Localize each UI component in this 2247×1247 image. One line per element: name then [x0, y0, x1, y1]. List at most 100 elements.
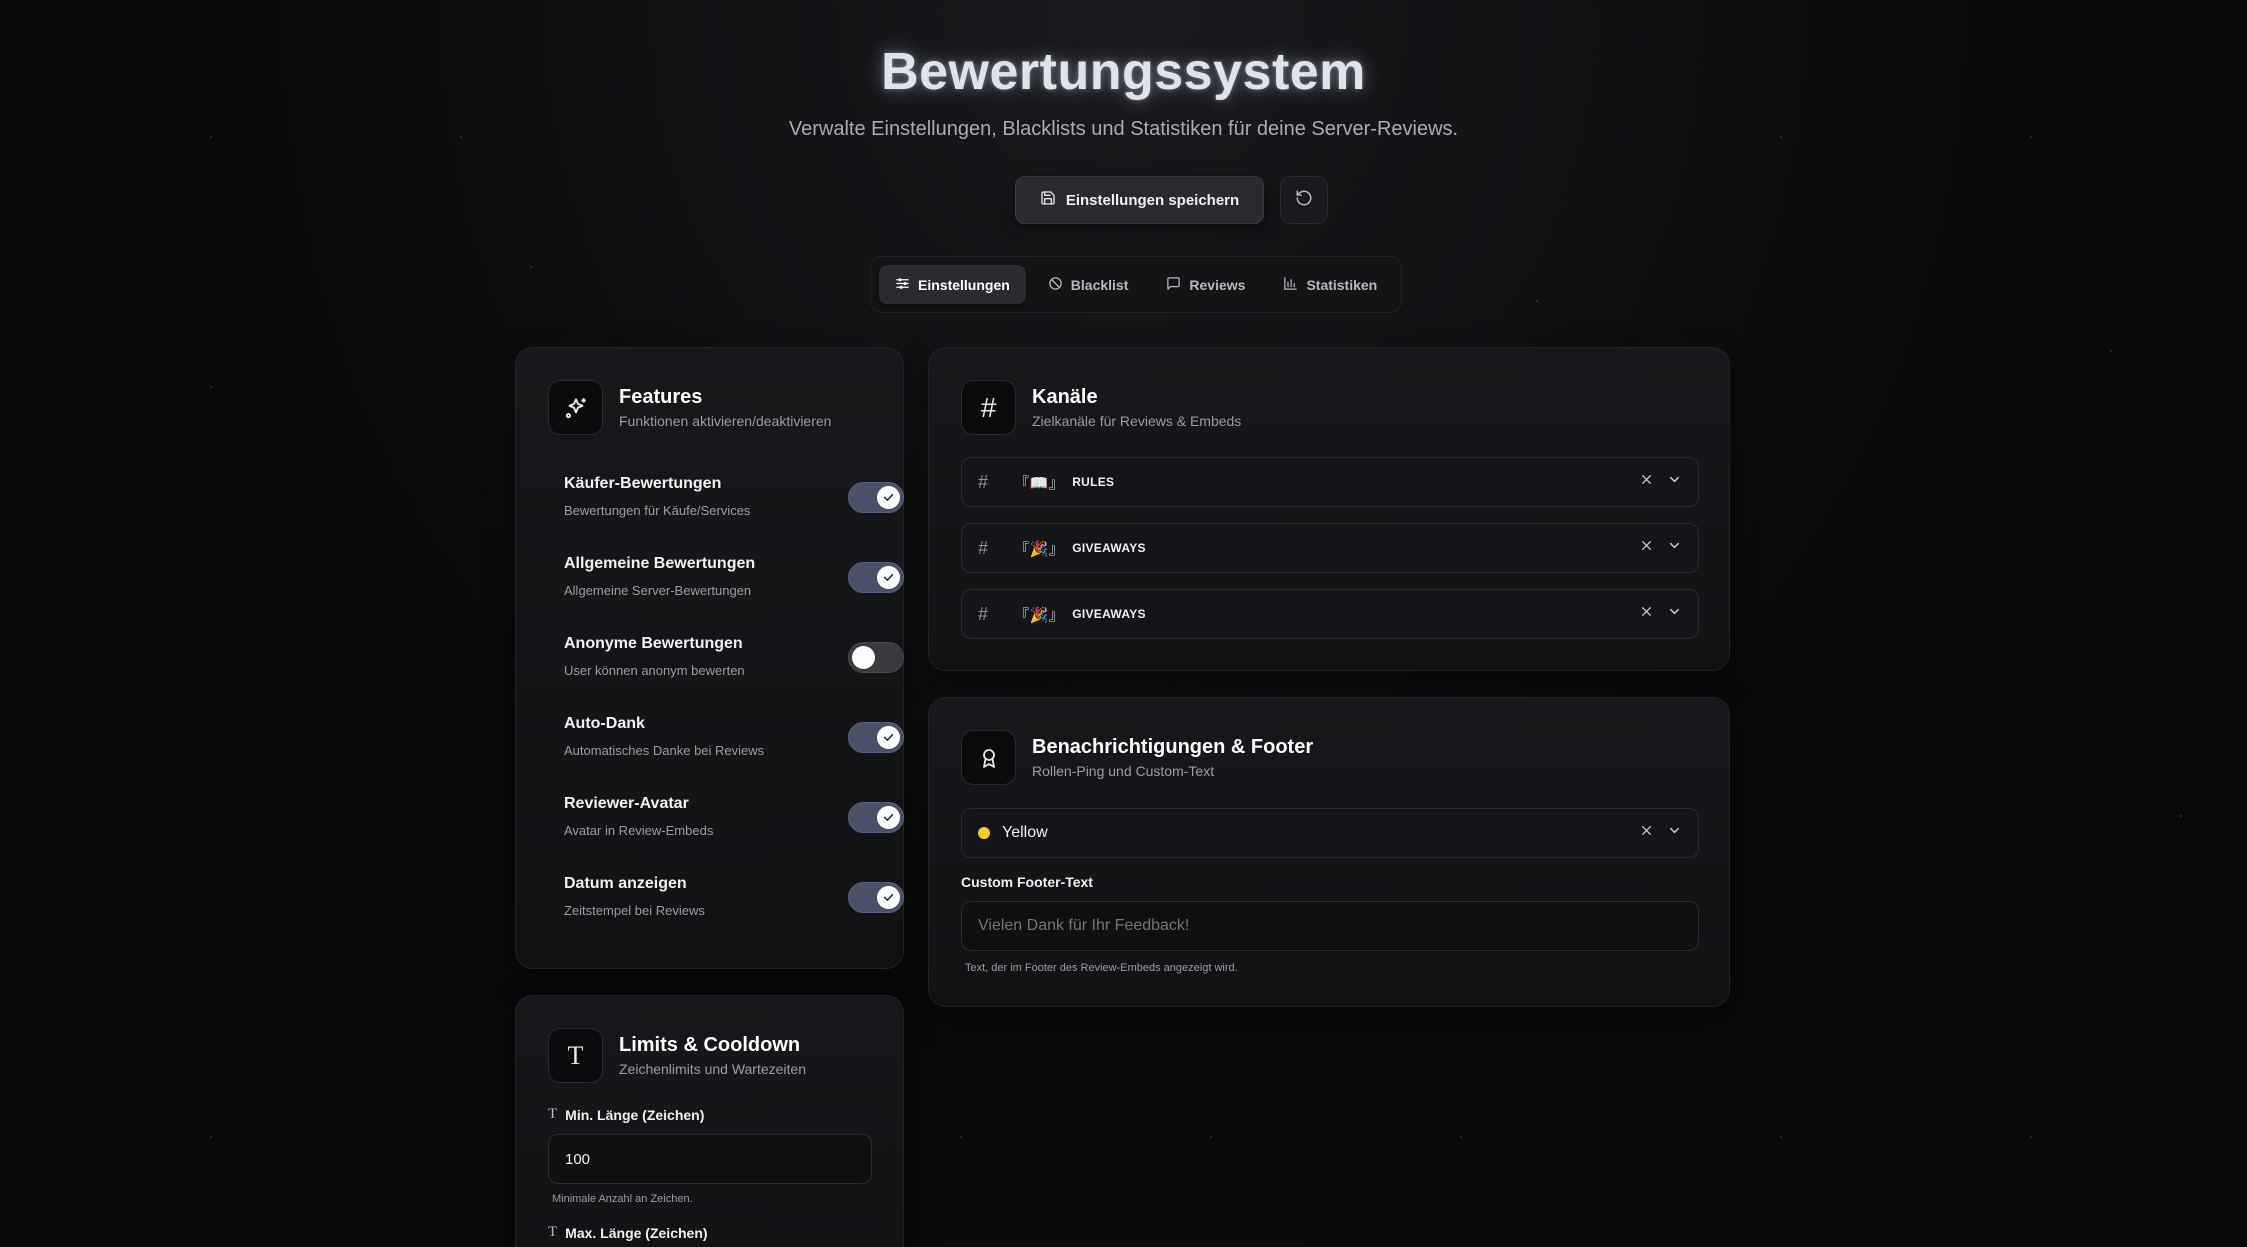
type-icon: T	[548, 1224, 558, 1240]
chevron-down-icon[interactable]	[1667, 472, 1682, 492]
check-icon	[877, 886, 900, 909]
chevron-down-icon[interactable]	[1667, 538, 1682, 558]
check-icon	[877, 726, 900, 749]
check-icon	[877, 486, 900, 509]
header-actions: Einstellungen speichern	[0, 176, 2247, 224]
channels-card: # Kanäle Zielkanäle für Reviews & Embeds…	[928, 347, 1730, 671]
type-icon: T	[548, 1106, 558, 1122]
clear-icon[interactable]	[1640, 473, 1653, 491]
channel-select[interactable]: # 『🎉』 GIVEAWAYS	[961, 523, 1699, 573]
toggle-allgemeine-bewertungen[interactable]	[848, 562, 904, 593]
min-length-label-row: T Min. Länge (Zeichen)	[548, 1106, 704, 1123]
feature-auto-dank: Auto-Dank Automatisches Danke bei Review…	[564, 715, 904, 758]
feature-desc: Zeitstempel bei Reviews	[564, 903, 705, 918]
clear-icon[interactable]	[1640, 539, 1653, 557]
hash-icon: #	[978, 603, 989, 624]
channels-subtitle: Zielkanäle für Reviews & Embeds	[1032, 413, 1242, 429]
max-length-label-row: T Max. Länge (Zeichen)	[548, 1224, 708, 1241]
feature-title: Anonyme Bewertungen	[564, 635, 743, 652]
type-icon: T	[548, 1028, 603, 1083]
notifications-card: Benachrichtigungen & Footer Rollen-Ping …	[928, 697, 1730, 1007]
clear-icon[interactable]	[1640, 824, 1653, 842]
limits-title: Limits & Cooldown	[619, 1034, 801, 1056]
channel-select[interactable]: # 『📖』 RULES	[961, 457, 1699, 507]
role-color-dot	[978, 827, 990, 839]
tab-einstellungen[interactable]: Einstellungen	[879, 265, 1026, 304]
channel-name: GIVEAWAYS	[1072, 541, 1146, 555]
min-length-input[interactable]: 100	[548, 1134, 872, 1184]
feature-allgemeine-bewertungen: Allgemeine Bewertungen Allgemeine Server…	[564, 555, 904, 598]
tab-label: Reviews	[1189, 276, 1246, 293]
features-subtitle: Funktionen aktivieren/deaktivieren	[619, 413, 832, 429]
toggle-reviewer-avatar[interactable]	[848, 802, 904, 833]
feature-title: Reviewer-Avatar	[564, 795, 689, 812]
features-title: Features	[619, 386, 703, 408]
channel-emoji: 『🎉』	[1014, 606, 1065, 624]
footer-text-label: Custom Footer-Text	[961, 874, 1093, 890]
min-length-label: Min. Länge (Zeichen)	[565, 1106, 705, 1123]
feature-datum-anzeigen: Datum anzeigen Zeitstempel bei Reviews	[564, 875, 904, 918]
feature-desc: Avatar in Review-Embeds	[564, 823, 714, 838]
tab-label: Einstellungen	[918, 276, 1010, 293]
page-subtitle: Verwalte Einstellungen, Blacklists und S…	[788, 118, 1459, 140]
feature-desc: User können anonym bewerten	[564, 663, 745, 678]
max-length-label: Max. Länge (Zeichen)	[565, 1224, 708, 1241]
reset-button[interactable]	[1280, 176, 1329, 224]
tab-reviews[interactable]: Reviews	[1150, 265, 1261, 304]
feature-reviewer-avatar: Reviewer-Avatar Avatar in Review-Embeds	[564, 795, 904, 838]
feature-kaeufer-bewertungen: Käufer-Bewertungen Bewertungen für Käufe…	[564, 475, 904, 518]
channel-select[interactable]: # 『🎉』 GIVEAWAYS	[961, 589, 1699, 639]
check-icon	[877, 566, 900, 589]
notifications-title: Benachrichtigungen & Footer	[1032, 736, 1314, 758]
tab-statistiken[interactable]: Statistiken	[1267, 265, 1393, 304]
bar-chart-icon	[1283, 276, 1298, 294]
min-length-hint: Minimale Anzahl an Zeichen.	[552, 1193, 693, 1205]
save-settings-button[interactable]: Einstellungen speichern	[1014, 176, 1265, 224]
tab-blacklist[interactable]: Blacklist	[1032, 265, 1145, 304]
limits-subtitle: Zeichenlimits und Wartezeiten	[619, 1061, 807, 1077]
toggle-anonyme-bewertungen[interactable]	[848, 642, 904, 673]
sparkles-icon	[548, 380, 603, 435]
toggle-auto-dank[interactable]	[848, 722, 904, 753]
notifications-subtitle: Rollen-Ping und Custom-Text	[1032, 763, 1215, 779]
feature-anonyme-bewertungen: Anonyme Bewertungen User können anonym b…	[564, 635, 904, 678]
channel-name: GIVEAWAYS	[1072, 607, 1146, 621]
message-icon	[1166, 276, 1181, 294]
limits-card: T Limits & Cooldown Zeichenlimits und Wa…	[515, 995, 904, 1247]
tab-label: Statistiken	[1306, 276, 1378, 293]
features-card: Features Funktionen aktivieren/deaktivie…	[515, 347, 904, 969]
check-icon	[877, 806, 900, 829]
tab-bar: Einstellungen Blacklist Reviews Statisti…	[870, 256, 1403, 313]
feature-title: Datum anzeigen	[564, 875, 687, 892]
sliders-icon	[895, 276, 910, 294]
hash-icon: #	[978, 471, 989, 492]
toggle-datum-anzeigen[interactable]	[848, 882, 904, 913]
feature-desc: Allgemeine Server-Bewertungen	[564, 583, 752, 598]
clear-icon[interactable]	[1640, 605, 1653, 623]
chevron-down-icon[interactable]	[1667, 823, 1682, 843]
toggle-kaeufer-bewertungen[interactable]	[848, 482, 904, 513]
feature-desc: Bewertungen für Käufe/Services	[564, 503, 751, 518]
channel-emoji: 『📖』	[1014, 474, 1065, 492]
hash-icon: #	[961, 380, 1016, 435]
role-value: Yellow	[1002, 824, 1048, 841]
feature-title: Allgemeine Bewertungen	[564, 555, 756, 572]
footer-text-hint: Text, der im Footer des Review-Embeds an…	[965, 962, 1238, 974]
feature-desc: Automatisches Danke bei Reviews	[564, 743, 765, 758]
rotate-ccw-icon	[1295, 189, 1313, 212]
tab-label: Blacklist	[1070, 276, 1129, 293]
save-icon	[1040, 190, 1056, 210]
page-title: Bewertungssystem	[881, 43, 1366, 101]
footer-text-input[interactable]	[961, 901, 1699, 951]
save-settings-label: Einstellungen speichern	[1065, 191, 1240, 209]
feature-title: Auto-Dank	[564, 715, 645, 732]
channel-name: RULES	[1072, 475, 1115, 489]
channels-title: Kanäle	[1032, 386, 1098, 408]
award-icon	[961, 730, 1016, 785]
toggle-knob	[852, 646, 875, 669]
role-select[interactable]: Yellow	[961, 808, 1699, 858]
ban-icon	[1048, 276, 1063, 294]
hash-icon: #	[978, 537, 989, 558]
chevron-down-icon[interactable]	[1667, 604, 1682, 624]
channel-emoji: 『🎉』	[1014, 540, 1065, 558]
